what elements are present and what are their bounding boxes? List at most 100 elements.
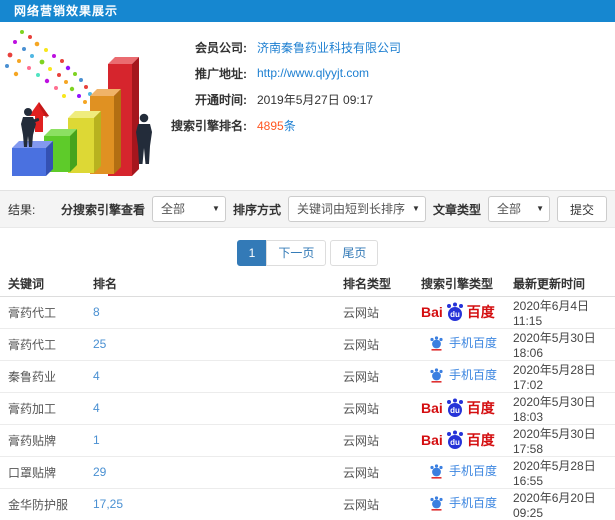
sort-filter-value: 关键词由短到长排序 [296, 202, 405, 216]
rank-link[interactable]: 17,25 [85, 488, 335, 520]
baidu-logo: Bai du 百度 [421, 302, 495, 321]
col-rank-type: 排名类型 [335, 272, 413, 297]
updated-cell: 2020年6月4日 11:15 [505, 296, 615, 329]
keyword-cell: 膏药代工 [0, 296, 85, 329]
open-time-value: 2019年5月27日 09:17 [257, 92, 374, 107]
rank-link[interactable]: 29 [85, 456, 335, 489]
engine-type-cell: Bai du 百度 [413, 424, 505, 457]
submit-button[interactable]: 提交 [556, 196, 607, 222]
engine-type-cell: 手机百度 [413, 488, 505, 520]
updated-cell: 2020年6月20日 09:25 [505, 488, 615, 520]
col-rank: 排名 [85, 272, 335, 297]
rank-type-cell: 云网站 [335, 360, 413, 393]
baidu-paw-icon: du [446, 398, 463, 417]
results-tbody: 膏药代工 8 云网站 Bai du 百度 2020年6月4日 11:15 膏药代工 25 云网站手… [0, 296, 615, 520]
table-row: 膏药贴牌 1 云网站 Bai du 百度 2020年5月30日 17:58 [0, 424, 615, 457]
article-type-label: 文章类型 [432, 202, 481, 217]
promo-url-label: 推广地址: [195, 66, 247, 81]
rank-unit: 条 [283, 118, 296, 133]
updated-cell: 2020年5月30日 18:03 [505, 392, 615, 425]
rank-link[interactable]: 1 [85, 424, 335, 457]
col-updated: 最新更新时间 [505, 272, 615, 297]
chevron-down-icon: ▼ [412, 204, 420, 213]
table-row: 秦鲁药业 4 云网站 手机百度 2020年5月28日 17:02 [0, 360, 615, 393]
rank-count: 4895 [257, 118, 284, 133]
svg-text:du: du [450, 310, 460, 319]
updated-cell: 2020年5月30日 17:58 [505, 424, 615, 457]
promo-url-row: 推广地址: http://www.qlyyjt.com [165, 60, 401, 86]
keyword-cell: 膏药加工 [0, 392, 85, 425]
result-label: 结果: [8, 202, 36, 217]
keyword-cell: 膏药贴牌 [0, 424, 85, 457]
mobile-baidu-icon [430, 368, 443, 383]
updated-cell: 2020年5月30日 18:06 [505, 328, 615, 361]
engine-type-cell: 手机百度 [413, 360, 505, 393]
baidu-paw-icon: du [446, 302, 463, 321]
article-type-select[interactable]: 全部 ▼ [487, 196, 550, 222]
svg-text:du: du [450, 438, 460, 447]
rank-link[interactable]: 8 [85, 296, 335, 329]
results-table: 关键词 排名 排名类型 搜索引擎类型 最新更新时间 膏药代工 8 云网站 Bai du 百… [0, 272, 615, 520]
engine-type-cell: Bai du 百度 [413, 296, 505, 329]
last-page-button[interactable]: 尾页 [330, 240, 379, 266]
updated-cell: 2020年5月28日 17:02 [505, 360, 615, 393]
keyword-cell: 秦鲁药业 [0, 360, 85, 393]
mobile-baidu-icon [430, 496, 443, 511]
table-row: 膏药代工 8 云网站 Bai du 百度 2020年6月4日 11:15 [0, 296, 615, 329]
filter-controls: 分搜索引擎查看 全部 ▼ 排序方式 关键词由短到长排序 ▼ 文章类型 全部 ▼ … [61, 196, 607, 222]
rank-type-cell: 云网站 [335, 488, 413, 520]
mobile-baidu-icon [430, 336, 443, 351]
chevron-down-icon: ▼ [212, 204, 220, 213]
baidu-logo: Bai du 百度 [421, 398, 495, 417]
next-page-button[interactable]: 下一页 [266, 240, 327, 266]
mobile-baidu-icon [430, 464, 443, 479]
rank-type-cell: 云网站 [335, 296, 413, 329]
mobile-baidu-logo: 手机百度 [421, 366, 497, 383]
engine-type-cell: Bai du 百度 [413, 392, 505, 425]
rank-type-cell: 云网站 [335, 424, 413, 457]
rank-type-cell: 云网站 [335, 456, 413, 489]
mobile-baidu-logo: 手机百度 [421, 334, 497, 351]
engine-filter-value: 全部 [160, 202, 185, 216]
engine-rank-value: 4895条 [257, 117, 296, 134]
engine-rank-row: 搜索引擎排名: 4895条 [165, 112, 401, 138]
keyword-cell: 金华防护服 [0, 488, 85, 520]
article-type-value: 全部 [496, 202, 521, 216]
table-header-row: 关键词 排名 排名类型 搜索引擎类型 最新更新时间 [0, 272, 615, 297]
baidu-logo: Bai du 百度 [421, 430, 495, 449]
engine-type-cell: 手机百度 [413, 456, 505, 489]
engine-type-cell: 手机百度 [413, 328, 505, 361]
col-engine-type: 搜索引擎类型 [413, 272, 505, 297]
baidu-paw-icon: du [446, 430, 463, 449]
engine-rank-label: 搜索引擎排名: [171, 118, 247, 133]
keyword-cell: 口罩贴牌 [0, 456, 85, 489]
table-row: 膏药加工 4 云网站 Bai du 百度 2020年5月30日 18:03 [0, 392, 615, 425]
table-row: 口罩贴牌 29 云网站 手机百度 2020年5月28日 16:55 [0, 456, 615, 489]
table-row: 膏药代工 25 云网站 手机百度 2020年5月30日 18:06 [0, 328, 615, 361]
page-title: 网络营销效果展示 [0, 0, 615, 22]
keyword-cell: 膏药代工 [0, 328, 85, 361]
info-section: 会员公司: 济南秦鲁药业科技有限公司 推广地址: http://www.qlyy… [0, 22, 615, 190]
sort-filter-select[interactable]: 关键词由短到长排序 ▼ [287, 196, 426, 222]
member-info-fields: 会员公司: 济南秦鲁药业科技有限公司 推广地址: http://www.qlyy… [165, 34, 401, 138]
sort-filter-label: 排序方式 [232, 202, 281, 217]
page-1-button[interactable]: 1 [236, 240, 268, 266]
mobile-baidu-logo: 手机百度 [421, 462, 497, 479]
rank-link[interactable]: 25 [85, 328, 335, 361]
svg-text:du: du [450, 406, 460, 415]
updated-cell: 2020年5月28日 16:55 [505, 456, 615, 489]
open-time-row: 开通时间: 2019年5月27日 09:17 [165, 86, 401, 112]
col-keyword: 关键词 [0, 272, 85, 297]
confetti-dots [5, 30, 92, 104]
rank-link[interactable]: 4 [85, 392, 335, 425]
company-label: 会员公司: [195, 40, 247, 55]
rank-type-cell: 云网站 [335, 328, 413, 361]
company-value[interactable]: 济南秦鲁药业科技有限公司 [257, 39, 401, 56]
chevron-down-icon: ▼ [536, 204, 544, 213]
mobile-baidu-logo: 手机百度 [421, 494, 497, 511]
growth-chart-illustration [5, 30, 152, 176]
rank-link[interactable]: 4 [85, 360, 335, 393]
table-row: 金华防护服 17,25 云网站 手机百度 2020年6月20日 09:25 [0, 488, 615, 520]
engine-filter-select[interactable]: 全部 ▼ [151, 196, 226, 222]
promo-url-link[interactable]: http://www.qlyyjt.com [257, 66, 369, 80]
